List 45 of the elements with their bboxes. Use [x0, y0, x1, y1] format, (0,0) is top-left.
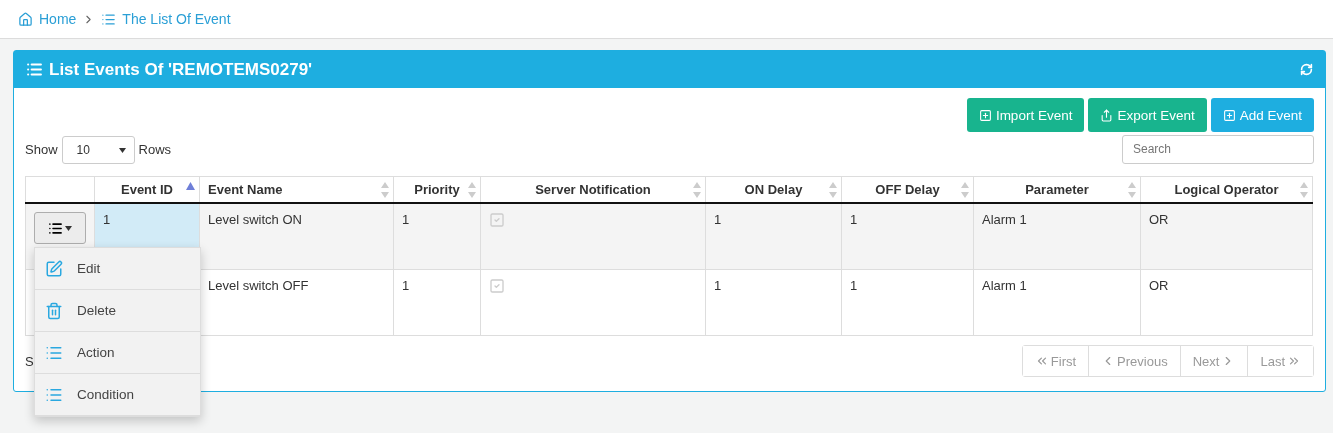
- list-icon: [26, 61, 43, 78]
- table-cell: 1: [103, 212, 111, 227]
- home-icon: [18, 11, 33, 27]
- table-cell: 1: [402, 278, 410, 293]
- show-label: Show: [25, 141, 58, 157]
- sort-icon[interactable]: [381, 182, 389, 198]
- rows-select[interactable]: 10: [61, 136, 135, 164]
- table-cell: 1: [402, 212, 410, 227]
- sort-icon[interactable]: [829, 182, 837, 198]
- menu-item[interactable]: Edit: [35, 248, 200, 290]
- edit-icon: [45, 259, 63, 278]
- sort-icon[interactable]: [1128, 182, 1136, 198]
- list-icon: [101, 11, 117, 27]
- double-right-icon: [1287, 354, 1301, 368]
- table-cell: 1: [850, 212, 858, 227]
- table-cell: Level switch OFF: [208, 278, 309, 293]
- sort-icon[interactable]: [961, 182, 969, 198]
- plus-square-icon: [1222, 108, 1236, 122]
- table-cell: Level switch ON: [208, 212, 302, 227]
- search-field[interactable]: Search: [1122, 134, 1314, 164]
- table-cell: 1: [714, 278, 722, 293]
- share-icon: [1100, 108, 1114, 122]
- sort-icon[interactable]: [1300, 182, 1308, 198]
- caret-icon: [65, 225, 72, 231]
- panel-title: List Events Of 'REMOTEMS0279': [49, 59, 313, 80]
- sort-icon[interactable]: [693, 182, 701, 198]
- refresh-icon[interactable]: [1300, 63, 1313, 76]
- table-cell: OR: [1149, 212, 1169, 227]
- menu-item[interactable]: Delete: [35, 290, 200, 332]
- trash-icon: [45, 301, 63, 320]
- table-cell: 1: [850, 278, 858, 293]
- sort-icon[interactable]: [468, 182, 476, 198]
- table-info: S: [25, 353, 34, 369]
- caret-icon: [118, 147, 126, 153]
- menu-item[interactable]: Condition: [35, 374, 200, 416]
- list-icon: [48, 220, 63, 236]
- table-cell: Alarm 1: [982, 278, 1027, 293]
- sort-ascending-icon[interactable]: [186, 182, 195, 190]
- plus-square-icon: [978, 108, 992, 122]
- row-actions-button[interactable]: [34, 212, 86, 244]
- rows-label: Rows: [138, 141, 172, 157]
- table-cell: OR: [1149, 278, 1169, 293]
- menu-item[interactable]: Action: [35, 332, 200, 374]
- table-cell: 1: [714, 212, 722, 227]
- table-cell: Alarm 1: [982, 212, 1027, 227]
